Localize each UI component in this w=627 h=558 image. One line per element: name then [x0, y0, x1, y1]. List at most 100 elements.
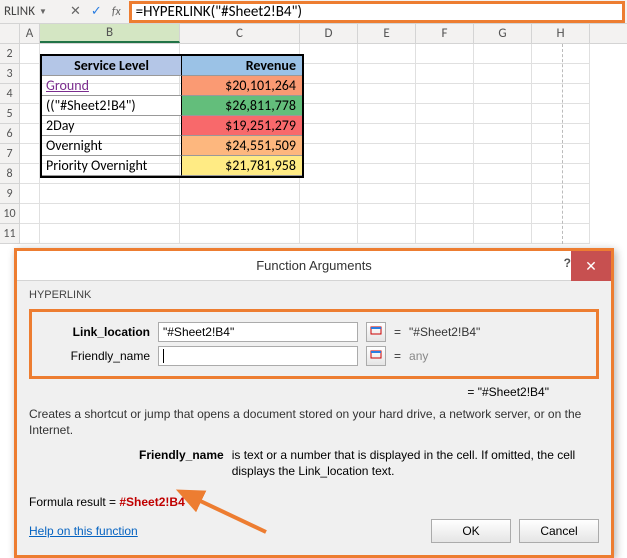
cell[interactable]: [358, 104, 416, 124]
cell-service-level[interactable]: Overnight: [42, 136, 182, 156]
cell[interactable]: [416, 184, 474, 204]
cell[interactable]: [474, 104, 532, 124]
dialog-close-button[interactable]: ✕: [571, 251, 611, 281]
cell[interactable]: [416, 64, 474, 84]
cell[interactable]: [358, 224, 416, 244]
col-header-B[interactable]: B: [40, 24, 180, 43]
cell[interactable]: [532, 144, 590, 164]
cell[interactable]: [300, 124, 358, 144]
select-all-corner[interactable]: [0, 24, 20, 43]
cell[interactable]: [358, 124, 416, 144]
cell[interactable]: [416, 84, 474, 104]
cell[interactable]: [300, 184, 358, 204]
cell[interactable]: [532, 104, 590, 124]
cell[interactable]: [20, 44, 40, 64]
cell[interactable]: [180, 204, 300, 224]
cell[interactable]: [358, 144, 416, 164]
row-header[interactable]: 11: [0, 224, 20, 244]
cell[interactable]: [20, 104, 40, 124]
cell[interactable]: [358, 164, 416, 184]
cell[interactable]: [300, 104, 358, 124]
cell[interactable]: [474, 204, 532, 224]
row-header[interactable]: 5: [0, 104, 20, 124]
dialog-titlebar[interactable]: Function Arguments ? ✕: [17, 251, 611, 281]
cancel-formula-icon[interactable]: ✕: [70, 4, 81, 19]
cell[interactable]: [358, 184, 416, 204]
row-header[interactable]: 7: [0, 144, 20, 164]
col-header-F[interactable]: F: [416, 24, 474, 43]
cell[interactable]: [20, 184, 40, 204]
cell[interactable]: [532, 224, 590, 244]
row-header[interactable]: 8: [0, 164, 20, 184]
cell-service-level[interactable]: Ground: [42, 76, 182, 96]
cell-revenue[interactable]: $21,781,958: [182, 156, 302, 176]
cell[interactable]: [20, 124, 40, 144]
col-header-G[interactable]: G: [474, 24, 532, 43]
fx-icon[interactable]: fx: [112, 5, 121, 19]
cell[interactable]: [532, 64, 590, 84]
cell[interactable]: [416, 144, 474, 164]
col-header-E[interactable]: E: [358, 24, 416, 43]
cell[interactable]: [20, 164, 40, 184]
cell[interactable]: [300, 84, 358, 104]
cell[interactable]: [474, 164, 532, 184]
cell-service-level[interactable]: (("#Sheet2!B4"): [42, 96, 182, 116]
row-header[interactable]: 3: [0, 64, 20, 84]
cell[interactable]: [474, 64, 532, 84]
cell[interactable]: [300, 204, 358, 224]
cancel-button[interactable]: Cancel: [519, 519, 599, 543]
formula-input[interactable]: =HYPERLINK("#Sheet2!B4"): [129, 1, 625, 23]
cell[interactable]: [532, 184, 590, 204]
cell[interactable]: [20, 144, 40, 164]
cell[interactable]: [40, 204, 180, 224]
cell[interactable]: [474, 184, 532, 204]
row-header[interactable]: 6: [0, 124, 20, 144]
arg-input-friendly-name[interactable]: [158, 346, 358, 366]
cell[interactable]: [532, 44, 590, 64]
cell[interactable]: [474, 144, 532, 164]
col-header-D[interactable]: D: [300, 24, 358, 43]
dialog-help-icon[interactable]: ?: [564, 256, 571, 270]
cell-service-level[interactable]: 2Day: [42, 116, 182, 136]
cell[interactable]: [532, 164, 590, 184]
cell[interactable]: [180, 224, 300, 244]
cell[interactable]: [358, 64, 416, 84]
cell[interactable]: [358, 44, 416, 64]
cell[interactable]: [300, 224, 358, 244]
cell[interactable]: [300, 164, 358, 184]
cell[interactable]: [416, 124, 474, 144]
cell-revenue[interactable]: $19,251,279: [182, 116, 302, 136]
cell[interactable]: [20, 224, 40, 244]
cell[interactable]: [474, 84, 532, 104]
cell[interactable]: [300, 44, 358, 64]
cell[interactable]: [532, 204, 590, 224]
col-header-C[interactable]: C: [180, 24, 300, 43]
cell[interactable]: [532, 124, 590, 144]
cell[interactable]: [416, 44, 474, 64]
row-header[interactable]: 9: [0, 184, 20, 204]
name-box[interactable]: RLINK ▼: [2, 4, 62, 19]
cell[interactable]: [180, 184, 300, 204]
row-header[interactable]: 2: [0, 44, 20, 64]
confirm-formula-icon[interactable]: ✓: [91, 4, 102, 19]
cell[interactable]: [358, 84, 416, 104]
cell[interactable]: [300, 64, 358, 84]
cell-service-level[interactable]: Priority Overnight: [42, 156, 182, 176]
cell[interactable]: [416, 204, 474, 224]
cell-revenue[interactable]: $26,811,778: [182, 96, 302, 116]
cell[interactable]: [474, 224, 532, 244]
help-on-function-link[interactable]: Help on this function: [29, 524, 138, 538]
col-header-A[interactable]: A: [20, 24, 40, 43]
cell[interactable]: [474, 44, 532, 64]
cell[interactable]: [474, 124, 532, 144]
cell[interactable]: [40, 224, 180, 244]
cell[interactable]: [416, 224, 474, 244]
dropdown-icon[interactable]: ▼: [39, 7, 47, 17]
cell[interactable]: [532, 84, 590, 104]
cell[interactable]: [300, 144, 358, 164]
collapse-dialog-icon[interactable]: [366, 322, 386, 342]
row-header[interactable]: 10: [0, 204, 20, 224]
cell[interactable]: [40, 184, 180, 204]
col-header-H[interactable]: H: [532, 24, 590, 43]
ok-button[interactable]: OK: [431, 519, 511, 543]
